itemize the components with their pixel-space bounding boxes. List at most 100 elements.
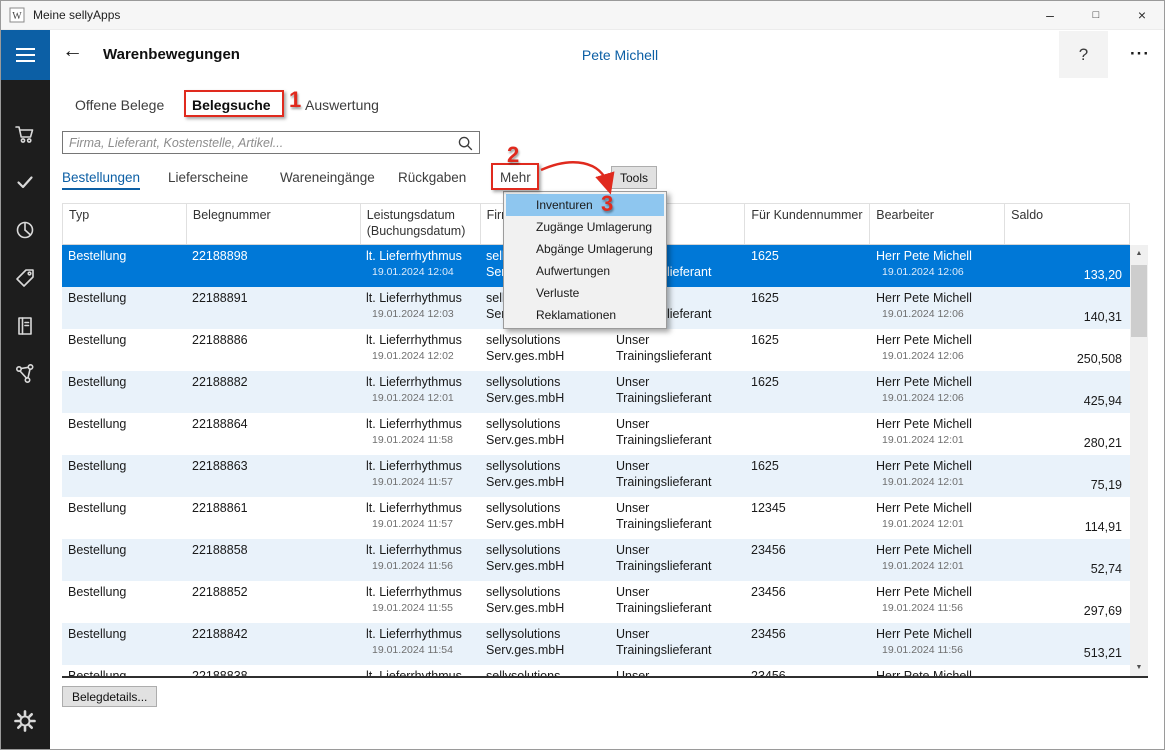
cell-leistungsdatum: lt. Lieferrhythmus 19.01.2024 11:55 [366,585,462,614]
menu-item-inventuren[interactable]: Inventuren [506,194,664,216]
cell-typ: Bestellung [68,543,127,557]
table-row[interactable]: Bestellung 22188861 lt. Lieferrhythmus 1… [62,497,1130,539]
cell-kundennummer: 23456 [751,543,786,557]
cell-bearbeiter: Herr Pete Michell 19.01.2024 11:56 [876,585,972,614]
tab-belegsuche[interactable]: Belegsuche [192,97,271,113]
more-options-button[interactable]: ··· [1118,44,1162,64]
cell-typ: Bestellung [68,501,127,515]
pie-chart-icon[interactable] [0,206,50,254]
cell-belegnummer: 22188852 [192,585,248,599]
cell-belegnummer: 22188886 [192,333,248,347]
cell-typ: Bestellung [68,249,127,263]
tab-auswertung[interactable]: Auswertung [305,97,379,113]
mehr-context-menu: Inventuren Zugänge Umlagerung Abgänge Um… [503,191,667,329]
cell-firma: sellysolutions Serv.ges.mbH [486,585,565,615]
cell-saldo: 250,508 [1076,352,1122,366]
cell-lieferant: Unser Trainingslieferant [616,375,712,405]
cell-lieferant: Unser Trainingslieferant [616,333,712,363]
back-arrow-icon[interactable]: ← [62,40,83,61]
app-icon: W [9,7,25,22]
share-network-icon[interactable] [0,350,50,398]
menu-item-zugaenge-umlagerung[interactable]: Zugänge Umlagerung [506,216,664,238]
cell-saldo: 75,19 [1090,478,1122,492]
table-bottom-border [62,676,1148,678]
table-row[interactable]: Bestellung 22188886 lt. Lieferrhythmus 1… [62,329,1130,371]
cell-typ: Bestellung [68,375,127,389]
cell-saldo [1005,665,1130,676]
search-input[interactable] [63,132,451,153]
cell-typ: Bestellung [68,333,127,347]
cell-lieferant: Unser Trainingslieferant [616,627,712,657]
ledger-book-icon[interactable] [0,302,50,350]
column-header-saldo[interactable]: Saldo [1005,204,1131,244]
cell-firma: sellysolutions Serv.ges.mbH [486,627,565,657]
gear-icon[interactable] [0,697,50,745]
minimize-button[interactable]: – [1027,0,1073,30]
table-row[interactable]: Bestellung 22188864 lt. Lieferrhythmus 1… [62,413,1130,455]
column-header-leistungsdatum[interactable]: Leistungsdatum (Buchungsdatum) [361,204,481,244]
cell-kundennummer: 1625 [751,291,779,305]
cell-firma: sellysolutions Serv.ges.mbH [486,333,565,363]
tools-button[interactable]: Tools [611,166,658,189]
belegdetails-button[interactable]: Belegdetails... [62,686,158,707]
column-header-typ[interactable]: Typ [63,204,187,244]
scrollbar-thumb[interactable] [1131,265,1147,337]
table-row[interactable]: Bestellung 22188882 lt. Lieferrhythmus 1… [62,371,1130,413]
cell-leistungsdatum: lt. Lieferrhythmus [366,669,462,676]
table-row[interactable]: Bestellung 22188858 lt. Lieferrhythmus 1… [62,539,1130,581]
cell-belegnummer: 22188864 [192,417,248,431]
cell-typ: Bestellung [68,669,127,676]
search-box [62,131,480,154]
cell-firma: sellysolutions Serv.ges.mbH [486,501,565,531]
cell-kundennummer: 23456 [751,585,786,599]
menu-item-reklamationen[interactable]: Reklamationen [506,304,664,326]
cell-belegnummer: 22188891 [192,291,248,305]
menu-item-verluste[interactable]: Verluste [506,282,664,304]
cell-lieferant: Unser Trainingslieferant [616,459,712,489]
filter-mehr[interactable]: Mehr [500,170,531,185]
table-row[interactable]: Bestellung 22188863 lt. Lieferrhythmus 1… [62,455,1130,497]
cell-firma: sellysolutions Serv.ges.mbH [486,375,565,405]
hamburger-menu-button[interactable] [0,30,50,80]
cell-saldo: 297,69 [1083,604,1122,618]
filter-bestellungen[interactable]: Bestellungen [62,170,141,190]
scroll-down-icon[interactable]: ▼ [1130,659,1148,676]
column-header-bearbeiter[interactable]: Bearbeiter [870,204,1006,244]
annotation-step-1: 1 [289,87,302,112]
cell-typ: Bestellung [68,627,127,641]
cell-bearbeiter: Herr Pete Michell 19.01.2024 12:06 [876,249,972,278]
filter-wareneingaenge[interactable]: Wareneingänge [280,170,375,185]
maximize-button[interactable]: □ [1073,0,1119,30]
search-icon[interactable] [451,134,479,152]
checkmark-icon[interactable] [0,158,50,206]
annotation-step-2: 2 [507,142,520,167]
scroll-up-icon[interactable]: ▲ [1130,245,1148,262]
column-header-kundennummer[interactable]: Für Kundennummer [745,204,871,244]
vertical-scrollbar[interactable]: ▲ ▼ [1130,245,1148,676]
column-header-belegnummer[interactable]: Belegnummer [187,204,361,244]
cell-belegnummer: 22188861 [192,501,248,515]
cell-belegnummer: 22188858 [192,543,248,557]
tab-offene-belege[interactable]: Offene Belege [75,97,164,113]
cell-bearbeiter: Herr Pete Michell 19.01.2024 12:01 [876,417,972,446]
table-row[interactable]: Bestellung 22188852 lt. Lieferrhythmus 1… [62,581,1130,623]
cell-typ: Bestellung [68,417,127,431]
menu-item-abgaenge-umlagerung[interactable]: Abgänge Umlagerung [506,238,664,260]
cart-icon[interactable] [0,110,50,158]
cell-lieferant: Unser Trainingslieferant [616,543,712,573]
cell-saldo: 52,74 [1090,562,1122,576]
table-row[interactable]: Bestellung 22188838 lt. Lieferrhythmus s… [62,665,1130,676]
close-button[interactable]: × [1119,0,1165,30]
logged-in-user: Pete Michell [581,47,659,63]
cell-bearbeiter: Herr Pete Michell [876,669,972,676]
menu-item-aufwertungen[interactable]: Aufwertungen [506,260,664,282]
table-row[interactable]: Bestellung 22188842 lt. Lieferrhythmus 1… [62,623,1130,665]
price-tag-icon[interactable] [0,254,50,302]
filter-lieferscheine[interactable]: Lieferscheine [168,170,248,185]
cell-lieferant: Unser Trainingslieferant [616,585,712,615]
cell-saldo: 133,20 [1083,268,1122,282]
cell-bearbeiter: Herr Pete Michell 19.01.2024 12:01 [876,459,972,488]
help-button[interactable]: ? [1059,31,1108,78]
filter-rueckgaben[interactable]: Rückgaben [398,170,466,185]
cell-leistungsdatum: lt. Lieferrhythmus 19.01.2024 12:03 [366,291,462,320]
